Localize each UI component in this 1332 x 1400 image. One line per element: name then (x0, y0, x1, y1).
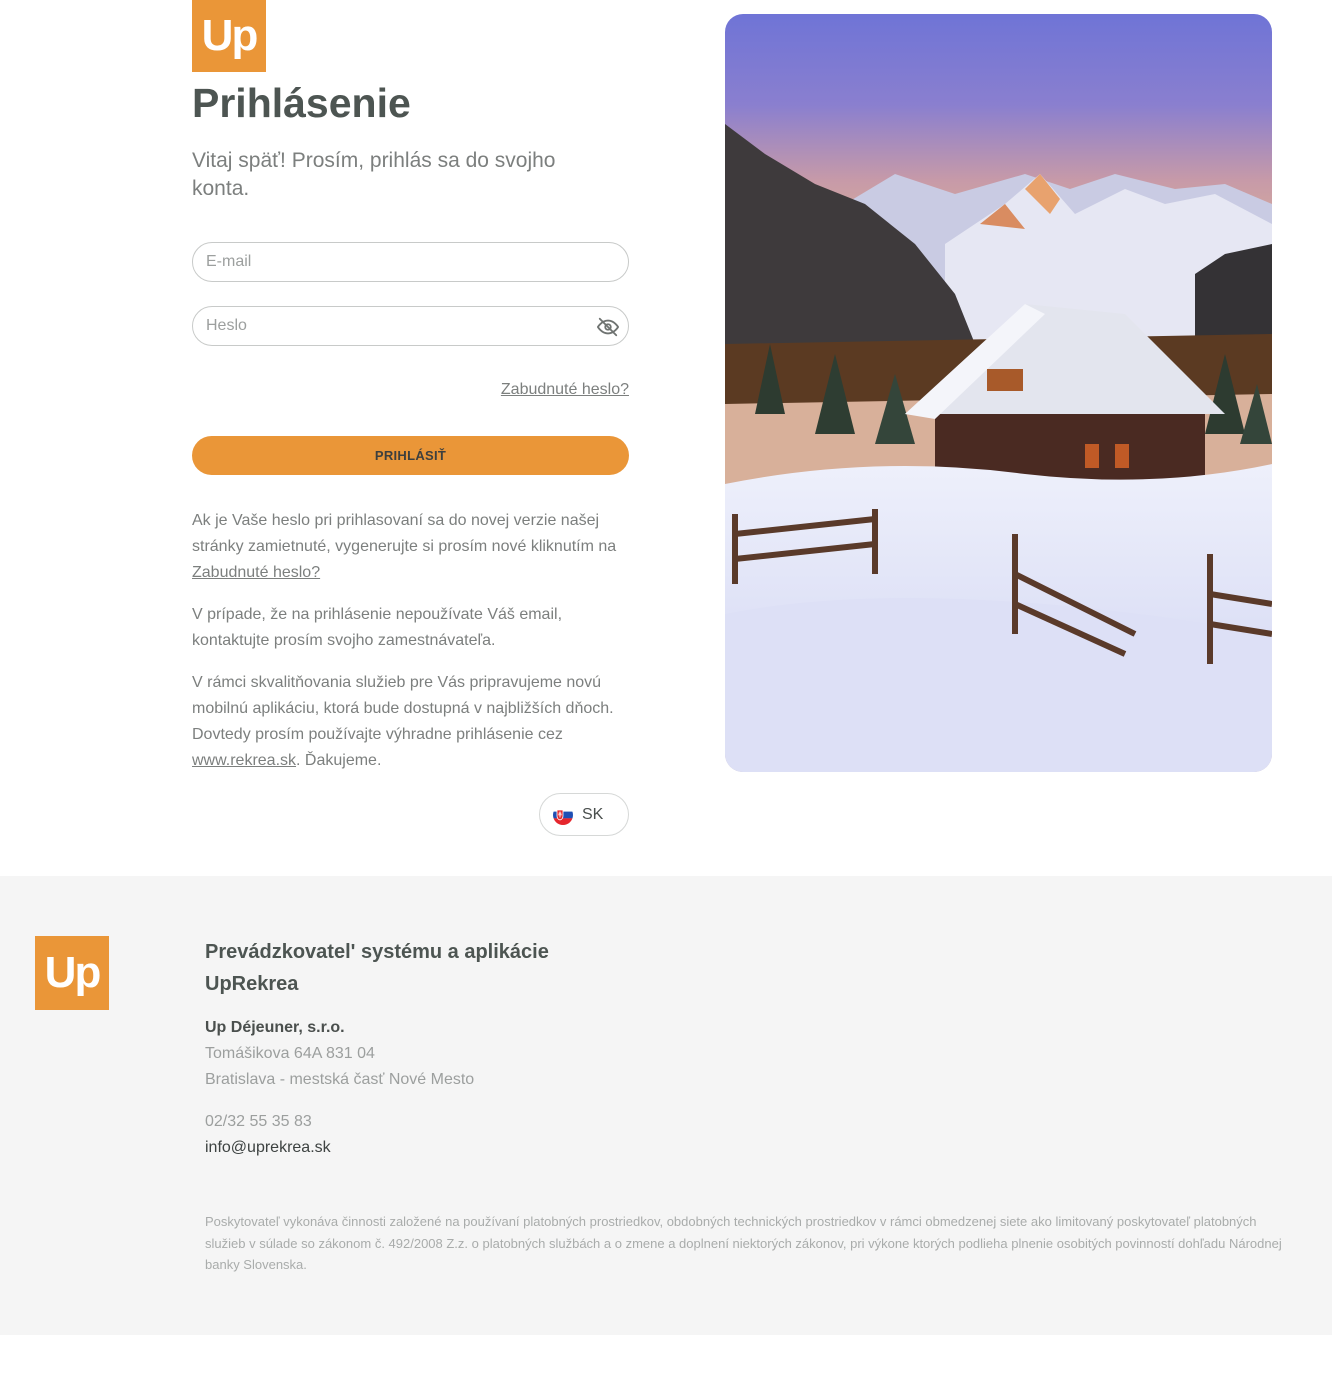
info-paragraph-app: V rámci skvalitňovania služieb pre Vás p… (192, 670, 629, 774)
info-text-suffix: . Ďakujeme. (296, 752, 382, 769)
slovak-flag-icon (553, 804, 573, 825)
email-field[interactable] (193, 243, 628, 281)
eye-off-icon[interactable] (597, 316, 619, 338)
footer-phone: 02/32 55 35 83 (205, 1113, 312, 1130)
language-code: SK (582, 805, 604, 823)
info-paragraph-password: Ak je Vaše heslo pri prihlasovaní sa do … (192, 508, 629, 586)
footer-logo: Up (35, 936, 109, 1010)
footer-address-line1: Tomášikova 64A 831 04 (205, 1045, 375, 1062)
email-field-wrapper (192, 242, 629, 282)
forgot-password-inline-link[interactable]: Zabudnuté heslo? (192, 564, 320, 581)
password-field[interactable] (193, 307, 628, 345)
info-text: V rámci skvalitňovania služieb pre Vás p… (192, 674, 614, 743)
login-button[interactable]: PRIHLÁSIŤ (192, 436, 629, 475)
footer-email-link[interactable]: info@uprekrea.sk (205, 1139, 331, 1157)
winter-cabin-image (725, 14, 1272, 772)
info-paragraph-email: V prípade, že na prihlásenie nepoužívate… (192, 606, 563, 649)
footer-heading: Prevádzkovatel' systému a aplikácie UpRe… (205, 941, 549, 995)
language-selector[interactable]: SK (539, 793, 629, 836)
page-subtitle: Vitaj späť! Prosím, prihlás sa do svojho… (192, 149, 556, 200)
brand-logo[interactable]: Up (192, 0, 266, 72)
logo-text: Up (201, 11, 259, 60)
rekrea-link[interactable]: www.rekrea.sk (192, 752, 296, 769)
password-field-wrapper (192, 306, 629, 346)
footer-legal-text: Poskytovateľ vykonáva činnosti založené … (205, 1214, 1282, 1272)
logo-text: Up (44, 948, 102, 997)
page-title: Prihlásenie (192, 80, 411, 126)
info-text: Ak je Vaše heslo pri prihlasovaní sa do … (192, 512, 617, 555)
footer-address-line2: Bratislava - mestská časť Nové Mesto (205, 1071, 475, 1088)
footer-company: Up Déjeuner, s.r.o. (205, 1019, 345, 1036)
forgot-password-link[interactable]: Zabudnuté heslo? (501, 381, 629, 399)
